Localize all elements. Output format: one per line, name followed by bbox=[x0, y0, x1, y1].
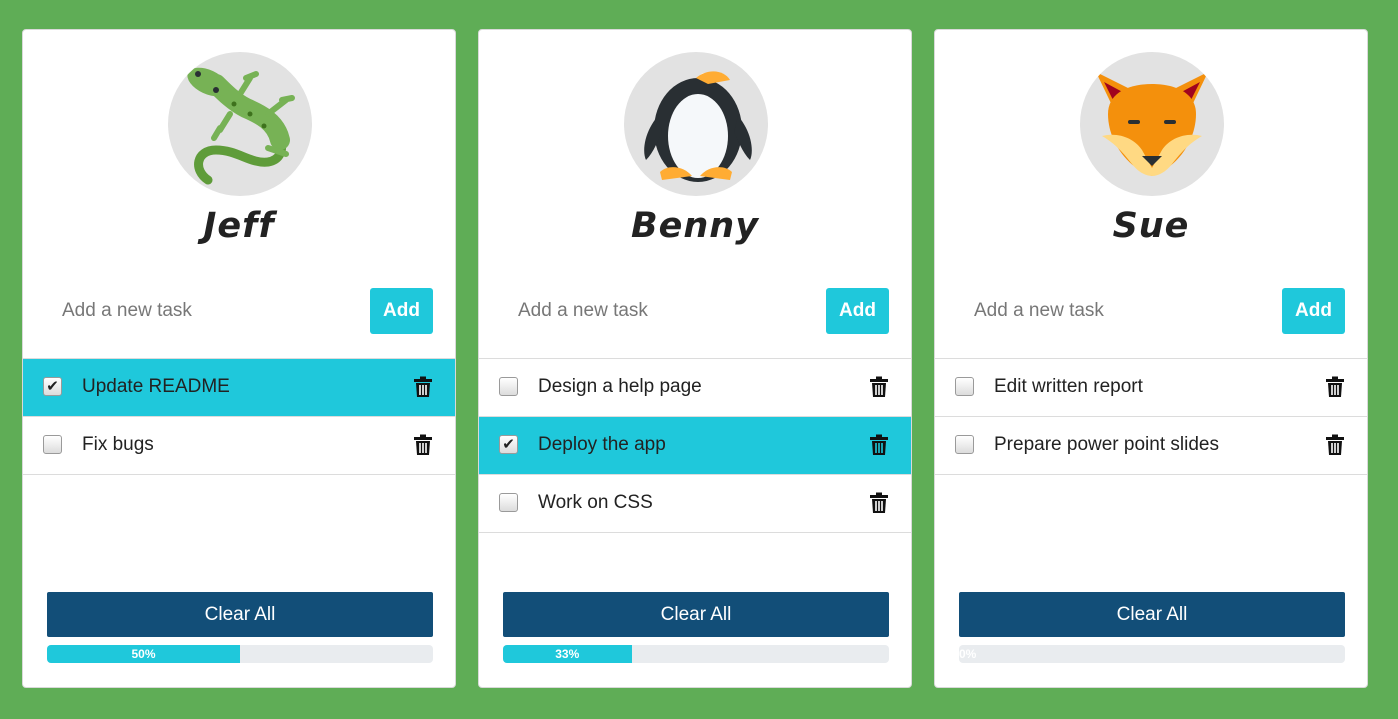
add-task-button[interactable]: Add bbox=[1282, 288, 1345, 334]
task-checkbox[interactable] bbox=[499, 377, 518, 396]
trash-icon[interactable] bbox=[869, 376, 889, 398]
task-item[interactable]: Work on CSS bbox=[479, 475, 911, 533]
task-item[interactable]: Fix bugs bbox=[23, 417, 455, 475]
task-checkbox[interactable] bbox=[499, 493, 518, 512]
new-task-input[interactable] bbox=[959, 288, 1281, 334]
todo-card-jeff: Jeff Add ✔ Update README Fix bugs Clear … bbox=[22, 29, 456, 688]
add-task-button[interactable]: Add bbox=[370, 288, 433, 334]
add-task-button[interactable]: Add bbox=[826, 288, 889, 334]
task-text: Work on CSS bbox=[538, 492, 653, 513]
list-owner-name: Benny bbox=[630, 206, 760, 246]
todo-card-benny: Benny Add Design a help page ✔ Deploy th… bbox=[478, 29, 912, 688]
task-list: ✔ Update README Fix bugs bbox=[23, 358, 455, 475]
task-checkbox[interactable] bbox=[43, 435, 62, 454]
trash-icon[interactable] bbox=[1325, 376, 1345, 398]
clear-all-button[interactable]: Clear All bbox=[47, 592, 433, 637]
progress-fill: 50% bbox=[47, 645, 240, 663]
progress-label: 50% bbox=[131, 647, 156, 661]
list-owner-name: Sue bbox=[1112, 206, 1190, 246]
trash-icon[interactable] bbox=[1325, 434, 1345, 456]
task-checkbox[interactable]: ✔ bbox=[43, 377, 62, 396]
trash-icon[interactable] bbox=[869, 492, 889, 514]
progress-bar: 33% bbox=[503, 645, 889, 663]
lizard-icon bbox=[168, 52, 312, 196]
task-list: Design a help page ✔ Deploy the app Work… bbox=[479, 358, 911, 533]
task-text: Design a help page bbox=[538, 376, 702, 397]
penguin-icon bbox=[624, 52, 768, 196]
task-text: Deploy the app bbox=[538, 434, 666, 455]
todo-card-sue: Sue Add Edit written report Prepare powe… bbox=[934, 29, 1368, 688]
clear-all-button[interactable]: Clear All bbox=[503, 592, 889, 637]
fox-icon bbox=[1080, 52, 1224, 196]
task-list: Edit written report Prepare power point … bbox=[935, 358, 1367, 475]
new-task-input[interactable] bbox=[47, 288, 369, 334]
task-item[interactable]: Prepare power point slides bbox=[935, 417, 1367, 475]
task-item[interactable]: ✔ Deploy the app bbox=[479, 417, 911, 475]
progress-label: 0% bbox=[959, 647, 977, 661]
progress-fill: 33% bbox=[503, 645, 632, 663]
new-task-input[interactable] bbox=[503, 288, 825, 334]
trash-icon[interactable] bbox=[413, 434, 433, 456]
task-text: Update README bbox=[82, 376, 230, 397]
task-item[interactable]: Design a help page bbox=[479, 359, 911, 417]
task-checkbox[interactable] bbox=[955, 435, 974, 454]
task-text: Edit written report bbox=[994, 376, 1143, 397]
task-checkbox[interactable]: ✔ bbox=[499, 435, 518, 454]
task-checkbox[interactable] bbox=[955, 377, 974, 396]
task-item[interactable]: Edit written report bbox=[935, 359, 1367, 417]
list-owner-name: Jeff bbox=[203, 206, 275, 246]
task-item[interactable]: ✔ Update README bbox=[23, 359, 455, 417]
progress-bar: 50% bbox=[47, 645, 433, 663]
progress-bar: 0% bbox=[959, 645, 1345, 663]
trash-icon[interactable] bbox=[413, 376, 433, 398]
trash-icon[interactable] bbox=[869, 434, 889, 456]
task-text: Prepare power point slides bbox=[994, 434, 1219, 455]
task-text: Fix bugs bbox=[82, 434, 154, 455]
progress-label: 33% bbox=[555, 647, 580, 661]
clear-all-button[interactable]: Clear All bbox=[959, 592, 1345, 637]
